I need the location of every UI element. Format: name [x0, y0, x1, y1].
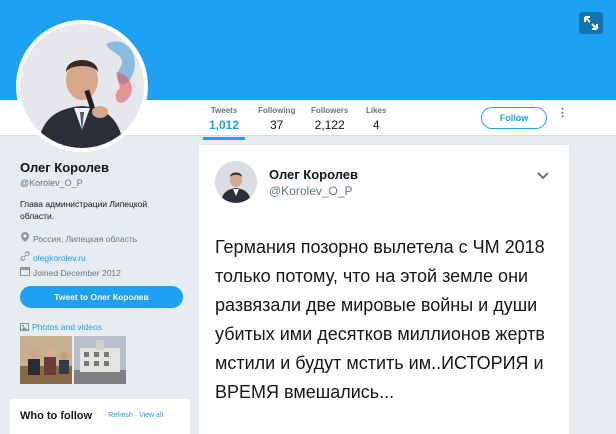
- expand-button[interactable]: [579, 12, 603, 34]
- stat-value: 2,122: [314, 118, 345, 132]
- stat-label: Likes: [366, 106, 387, 115]
- profile-location: Россия, Липецкая область: [20, 232, 137, 244]
- tweet-to-button[interactable]: Tweet to Олег Королев: [20, 286, 183, 308]
- who-to-follow-links: · Refresh · View all: [104, 412, 163, 419]
- stat-value: 1,012: [209, 118, 240, 132]
- photo-thumbnail[interactable]: [74, 336, 126, 384]
- stat-label: Following: [258, 106, 296, 115]
- profile-joined: Joined December 2012: [20, 266, 121, 278]
- profile-website[interactable]: olegkorolev.ru: [20, 251, 86, 263]
- calendar-icon: [20, 266, 30, 278]
- photo-thumbnail[interactable]: [20, 336, 72, 384]
- photo-icon: [20, 323, 29, 331]
- joined-text: Joined December 2012: [33, 268, 121, 278]
- separator-dot: ·: [104, 412, 107, 419]
- stat-label: Followers: [311, 106, 349, 115]
- location-text: Россия, Липецкая область: [33, 234, 138, 244]
- stat-likes[interactable]: Likes 4: [366, 106, 386, 132]
- follow-button[interactable]: Follow: [481, 107, 547, 129]
- who-to-follow-panel: Who to follow · Refresh · View all: [10, 399, 190, 434]
- profile-handle: @Korolev_O_P: [20, 178, 83, 188]
- profile-name[interactable]: Олег Королев: [20, 160, 109, 175]
- view-all-link[interactable]: View all: [139, 412, 163, 419]
- tweet-card[interactable]: Олег Королев @Korolev_O_P Германия позор…: [198, 144, 570, 434]
- stat-label: Tweets: [210, 106, 238, 115]
- refresh-link[interactable]: Refresh: [108, 412, 133, 419]
- expand-arrows-icon: [584, 16, 598, 30]
- profile-avatar[interactable]: [16, 20, 148, 152]
- stat-followers[interactable]: Followers 2,122: [311, 106, 348, 132]
- stat-value: 37: [269, 118, 284, 132]
- separator-dot: ·: [134, 412, 138, 419]
- tweet-avatar[interactable]: [215, 161, 257, 203]
- tweet-author-name[interactable]: Олег Королев: [269, 167, 358, 182]
- more-vertical-icon[interactable]: ⋮: [557, 108, 568, 119]
- who-to-follow-title: Who to follow: [20, 410, 93, 422]
- location-pin-icon: [20, 232, 30, 244]
- photos-label: Photos and videos: [32, 322, 102, 332]
- website-link[interactable]: olegkorolev.ru: [33, 253, 86, 263]
- tweet-author-handle[interactable]: @Korolev_O_P: [269, 184, 353, 198]
- stat-value: 4: [372, 118, 380, 132]
- profile-bio: Глава администрации Липецкой области.: [20, 199, 148, 221]
- stat-following[interactable]: Following 37: [258, 106, 295, 132]
- link-icon: [20, 251, 30, 263]
- chevron-down-icon[interactable]: [536, 171, 550, 181]
- tweet-text: Германия позорно вылетела с ЧМ 2018 толь…: [215, 237, 545, 402]
- stat-tweets[interactable]: Tweets 1,012: [202, 106, 246, 140]
- photos-and-videos-link[interactable]: Photos and videos: [20, 322, 102, 332]
